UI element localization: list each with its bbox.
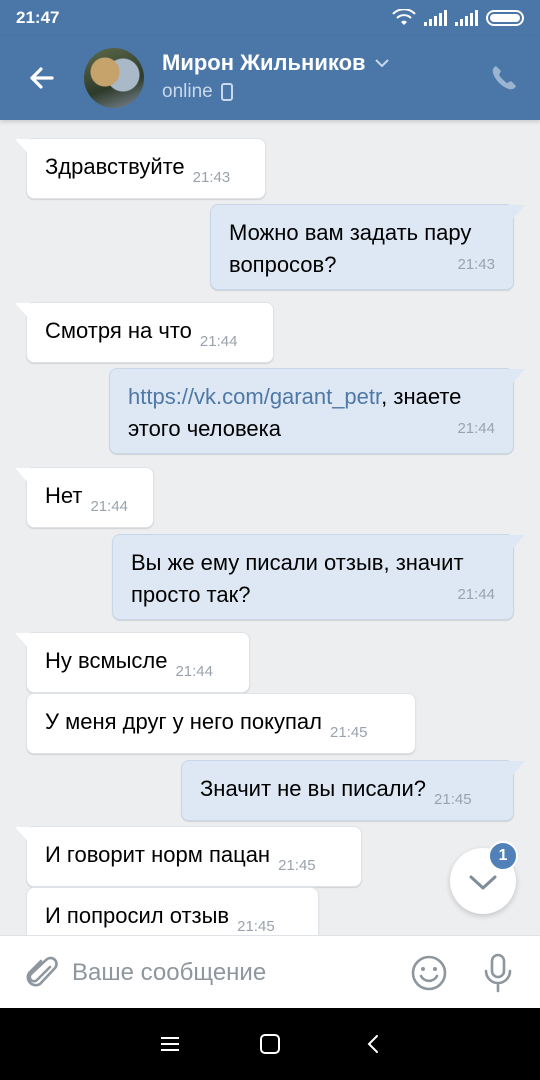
avatar[interactable] <box>84 48 144 108</box>
nav-back-icon[interactable] <box>362 1032 386 1056</box>
message-time: 21:44 <box>199 333 238 350</box>
message-list[interactable]: Здравствуйте 21:43 Можно вам задать пару … <box>0 120 540 935</box>
message-time: 21:44 <box>90 498 129 515</box>
message-incoming[interactable]: У меня друг у него покупал 21:45 <box>26 693 416 754</box>
message-time: 21:45 <box>237 918 275 935</box>
message-text: У меня друг у него покупал <box>45 709 322 734</box>
phone-icon[interactable] <box>488 62 520 94</box>
message-text: Вы же ему писали отзыв, значит просто та… <box>131 550 464 607</box>
message-incoming[interactable]: Смотря на что 21:44 <box>15 302 274 363</box>
back-arrow-icon[interactable] <box>22 58 62 98</box>
battery-icon <box>486 10 524 26</box>
message-time: 21:44 <box>457 586 495 603</box>
home-icon[interactable] <box>258 1032 282 1056</box>
message-time: 21:44 <box>457 420 495 437</box>
message-time: 21:45 <box>434 791 472 808</box>
message-time: 21:45 <box>278 857 316 874</box>
online-status: online <box>162 81 213 102</box>
paperclip-icon[interactable] <box>22 954 62 994</box>
message-time: 21:44 <box>175 663 213 680</box>
menu-icon[interactable] <box>158 1032 182 1056</box>
smile-icon[interactable] <box>410 954 448 992</box>
message-text: И попросил отзыв <box>45 903 230 928</box>
message-incoming[interactable]: И говорит норм пацан 21:45 <box>15 826 362 887</box>
message-input[interactable] <box>72 950 392 996</box>
contact-name[interactable]: Мирон Жильников <box>162 50 390 76</box>
chevron-down-icon <box>374 59 389 68</box>
message-incoming[interactable]: И попросил отзыв 21:45 <box>26 887 319 935</box>
wifi-icon <box>392 9 416 25</box>
signal-icon <box>424 10 447 26</box>
status-bar: 21:47 <box>0 0 540 36</box>
signal-icon-2 <box>455 10 478 26</box>
message-time: 21:43 <box>457 256 495 273</box>
message-outgoing[interactable]: Значит не вы писали? 21:45 <box>181 760 525 821</box>
unread-badge: 1 <box>488 841 518 871</box>
message-outgoing[interactable]: Вы же ему писали отзыв, значит просто та… <box>112 534 525 620</box>
system-nav-bar <box>0 1008 540 1080</box>
message-text: Можно вам задать пару вопросов? <box>229 220 472 277</box>
contact-name-text: Мирон Жильников <box>162 50 366 75</box>
message-text: Смотря на что <box>45 318 192 343</box>
status-time: 21:47 <box>16 8 60 27</box>
message-incoming[interactable]: Нет 21:44 <box>15 467 154 528</box>
message-incoming[interactable]: Здравствуйте 21:43 <box>15 138 266 199</box>
microphone-icon[interactable] <box>480 952 516 994</box>
message-time: 21:45 <box>329 724 368 741</box>
message-outgoing[interactable]: Можно вам задать пару вопросов? 21:43 <box>210 204 525 290</box>
contact-status: online <box>162 81 233 103</box>
message-text: Здравствуйте <box>45 154 185 179</box>
message-text: И говорит норм пацан <box>45 842 271 867</box>
chat-header: Мирон Жильников online <box>0 36 540 120</box>
composer <box>0 935 540 1008</box>
mobile-icon <box>220 83 233 101</box>
message-link[interactable]: https://vk.com/garant_petr <box>128 384 381 409</box>
status-icons <box>392 9 524 27</box>
message-text: Ну всмысле <box>45 648 168 673</box>
message-text: Значит не вы писали? <box>200 776 427 801</box>
message-time: 21:43 <box>192 169 231 186</box>
message-outgoing[interactable]: https://vk.com/garant_petr, знаете этого… <box>109 368 525 454</box>
message-text: Нет <box>45 483 83 508</box>
message-incoming[interactable]: Ну всмысле 21:44 <box>15 632 250 693</box>
